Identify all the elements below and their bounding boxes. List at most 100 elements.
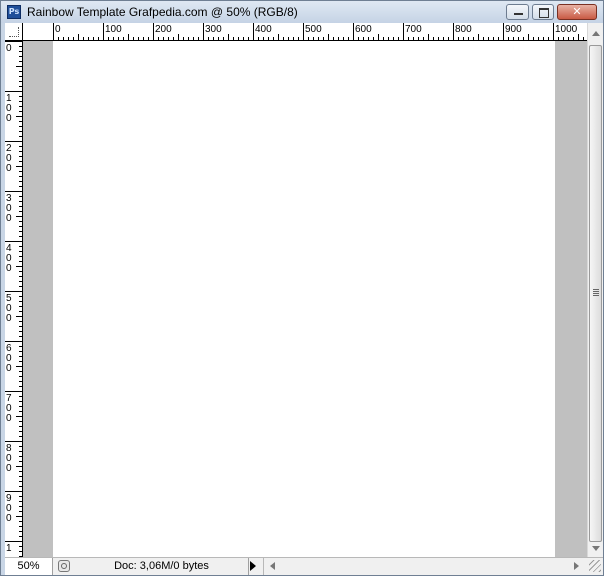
ruler-tick bbox=[308, 37, 309, 40]
ruler-tick bbox=[78, 34, 79, 40]
photoshop-app-icon[interactable]: Ps bbox=[7, 5, 21, 19]
document-canvas[interactable] bbox=[53, 41, 555, 557]
ruler-tick bbox=[578, 34, 579, 40]
ruler-tick bbox=[288, 37, 289, 40]
ruler-tick bbox=[16, 316, 22, 317]
ruler-tick bbox=[348, 37, 349, 40]
close-icon[interactable] bbox=[557, 4, 597, 20]
ruler-tick bbox=[16, 166, 22, 167]
ruler-tick bbox=[88, 37, 89, 40]
ruler-tick bbox=[19, 76, 22, 77]
ruler-tick bbox=[153, 23, 154, 40]
minimize-icon[interactable] bbox=[506, 4, 529, 20]
ruler-tick bbox=[5, 241, 22, 242]
ruler-tick bbox=[243, 37, 244, 40]
ruler-tick bbox=[19, 121, 22, 122]
ruler-tick bbox=[19, 171, 22, 172]
horizontal-ruler[interactable]: 0 100 200 300 400 500 600 700 800 900 1000 bbox=[23, 23, 587, 41]
resize-grip-icon[interactable] bbox=[589, 560, 601, 572]
ruler-tick bbox=[19, 211, 22, 212]
ruler-tick bbox=[16, 266, 22, 267]
ruler-tick bbox=[19, 406, 22, 407]
ruler-tick bbox=[19, 331, 22, 332]
document-info: Doc: 3,06M/0 bytes bbox=[75, 558, 249, 575]
ruler-tick bbox=[273, 37, 274, 40]
pasteboard[interactable] bbox=[23, 41, 587, 557]
ruler-tick bbox=[19, 456, 22, 457]
ruler-tick bbox=[368, 37, 369, 40]
scroll-up-icon[interactable] bbox=[592, 31, 600, 36]
ruler-tick bbox=[133, 37, 134, 40]
ruler-tick bbox=[19, 81, 22, 82]
ruler-tick bbox=[118, 37, 119, 40]
ruler-tick bbox=[19, 551, 22, 552]
ruler-tick bbox=[583, 37, 584, 40]
ruler-label: 600 bbox=[355, 24, 372, 35]
ruler-tick bbox=[19, 451, 22, 452]
maximize-icon[interactable] bbox=[532, 4, 554, 20]
ruler-tick bbox=[568, 37, 569, 40]
ruler-tick bbox=[343, 37, 344, 40]
vertical-scrollbar[interactable] bbox=[587, 23, 603, 557]
ruler-tick bbox=[19, 461, 22, 462]
ruler-tick bbox=[19, 501, 22, 502]
ruler-label: 600 bbox=[6, 343, 12, 374]
ruler-tick bbox=[19, 261, 22, 262]
vertical-scroll-thumb[interactable] bbox=[589, 45, 602, 542]
ruler-tick bbox=[418, 37, 419, 40]
ruler-tick bbox=[163, 37, 164, 40]
ruler-tick bbox=[228, 34, 229, 40]
ruler-tick bbox=[16, 516, 22, 517]
scroll-right-icon[interactable] bbox=[574, 562, 579, 570]
ruler-label: 300 bbox=[6, 193, 12, 224]
scroll-down-icon[interactable] bbox=[592, 546, 600, 551]
ruler-label: 0 bbox=[55, 24, 61, 35]
ruler-tick bbox=[323, 37, 324, 40]
ruler-tick bbox=[68, 37, 69, 40]
window-title: Rainbow Template Grafpedia.com @ 50% (RG… bbox=[27, 5, 298, 19]
horizontal-scrollbar[interactable] bbox=[263, 558, 585, 575]
vertical-ruler[interactable]: 0 100 200 300 400 500 600 700 800 900 1 bbox=[5, 41, 23, 557]
ruler-origin-icon[interactable] bbox=[5, 23, 23, 41]
ruler-tick bbox=[19, 321, 22, 322]
ruler-tick bbox=[19, 61, 22, 62]
ruler-tick bbox=[388, 37, 389, 40]
ruler-tick bbox=[113, 37, 114, 40]
ruler-tick bbox=[73, 37, 74, 40]
ruler-label: 500 bbox=[6, 293, 12, 324]
ruler-tick bbox=[538, 37, 539, 40]
scroll-left-icon[interactable] bbox=[270, 562, 275, 570]
ruler-tick bbox=[328, 34, 329, 40]
ruler-label: 400 bbox=[255, 24, 272, 35]
ruler-tick bbox=[19, 176, 22, 177]
ruler-tick bbox=[143, 37, 144, 40]
status-info-icon[interactable] bbox=[58, 560, 70, 572]
ruler-tick bbox=[5, 291, 22, 292]
ruler-tick bbox=[5, 441, 22, 442]
ruler-label: 100 bbox=[6, 93, 12, 124]
ruler-tick bbox=[478, 34, 479, 40]
ruler-tick bbox=[19, 196, 22, 197]
ruler-tick bbox=[19, 246, 22, 247]
title-bar[interactable]: Ps Rainbow Template Grafpedia.com @ 50% … bbox=[1, 1, 603, 23]
ruler-tick bbox=[553, 23, 554, 40]
ruler-tick bbox=[19, 506, 22, 507]
ruler-tick bbox=[403, 23, 404, 40]
ruler-tick bbox=[393, 37, 394, 40]
ruler-tick bbox=[448, 37, 449, 40]
zoom-level-field[interactable]: 50% bbox=[5, 558, 53, 575]
ruler-tick bbox=[493, 37, 494, 40]
ruler-label: 800 bbox=[455, 24, 472, 35]
ruler-tick bbox=[213, 37, 214, 40]
ruler-tick bbox=[19, 146, 22, 147]
ruler-tick bbox=[63, 37, 64, 40]
ruler-tick bbox=[19, 221, 22, 222]
ruler-tick bbox=[19, 521, 22, 522]
ruler-tick bbox=[248, 37, 249, 40]
ruler-tick bbox=[19, 356, 22, 357]
ruler-tick bbox=[458, 37, 459, 40]
ruler-tick bbox=[19, 71, 22, 72]
ruler-tick bbox=[5, 341, 22, 342]
status-menu-arrow-icon[interactable] bbox=[250, 561, 256, 571]
ruler-tick bbox=[19, 206, 22, 207]
